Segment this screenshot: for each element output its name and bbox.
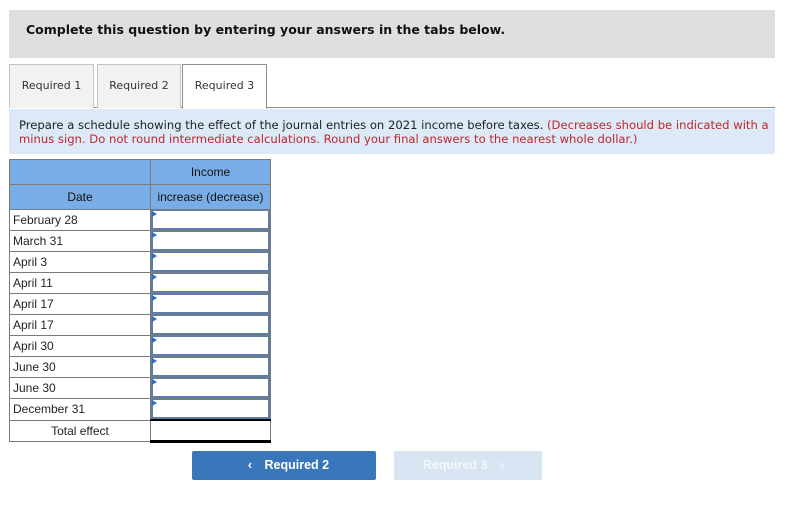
total-label: Total effect xyxy=(9,419,151,442)
input-marker-icon xyxy=(152,253,157,259)
income-effect-input[interactable] xyxy=(151,273,270,293)
date-cell: April 3 xyxy=(9,251,151,273)
header-blank xyxy=(9,159,151,185)
next-required-3-button[interactable]: Required 3 › xyxy=(394,451,542,480)
amount-cell xyxy=(150,209,271,231)
header-increase-decrease: increase (decrease) xyxy=(150,184,271,210)
amount-cell xyxy=(150,356,271,378)
amount-cell xyxy=(150,314,271,336)
income-effect-schedule: Income Date increase (decrease) February… xyxy=(9,159,271,443)
date-cell: June 30 xyxy=(9,356,151,378)
header-date: Date xyxy=(9,184,151,210)
income-effect-input[interactable] xyxy=(151,399,270,419)
date-cell: December 31 xyxy=(9,398,151,421)
table-row: April 30 xyxy=(9,335,271,357)
table-row: June 30 xyxy=(9,377,271,399)
prev-button-label: Required 2 xyxy=(264,458,330,472)
date-cell: March 31 xyxy=(9,230,151,252)
chevron-right-icon: › xyxy=(499,458,505,472)
table-row: April 17 xyxy=(9,314,271,336)
table-row: March 31 xyxy=(9,230,271,252)
table-row: April 11 xyxy=(9,272,271,294)
income-effect-input[interactable] xyxy=(151,252,270,272)
tab-required-3[interactable]: Required 3 xyxy=(182,64,267,109)
tab-required-2[interactable]: Required 2 xyxy=(97,64,181,108)
prev-required-2-button[interactable]: ‹ Required 2 xyxy=(192,451,376,480)
amount-cell xyxy=(150,272,271,294)
instructions-banner: Complete this question by entering your … xyxy=(9,10,775,58)
total-effect-input[interactable] xyxy=(151,421,270,440)
income-effect-input[interactable] xyxy=(151,231,270,251)
question-instructions: Prepare a schedule showing the effect of… xyxy=(9,109,775,154)
table-row: February 28 xyxy=(9,209,271,231)
income-effect-input[interactable] xyxy=(151,210,270,230)
input-marker-icon xyxy=(152,400,157,406)
input-marker-icon xyxy=(152,211,157,217)
amount-cell xyxy=(150,398,271,421)
date-cell: April 30 xyxy=(9,335,151,357)
input-marker-icon xyxy=(152,274,157,280)
input-marker-icon xyxy=(152,379,157,385)
header-income: Income xyxy=(150,159,271,185)
next-button-label: Required 3 xyxy=(422,458,488,472)
chevron-left-icon: ‹ xyxy=(247,458,253,472)
total-cell xyxy=(150,419,271,443)
input-marker-icon xyxy=(152,295,157,301)
date-cell: April 17 xyxy=(9,293,151,315)
amount-cell xyxy=(150,251,271,273)
amount-cell xyxy=(150,335,271,357)
table-row: April 3 xyxy=(9,251,271,273)
income-effect-input[interactable] xyxy=(151,378,270,398)
income-effect-input[interactable] xyxy=(151,357,270,377)
table-row: December 31 xyxy=(9,398,271,421)
table-row: June 30 xyxy=(9,356,271,378)
income-effect-input[interactable] xyxy=(151,336,270,356)
date-cell: April 17 xyxy=(9,314,151,336)
amount-cell xyxy=(150,293,271,315)
income-effect-input[interactable] xyxy=(151,315,270,335)
input-marker-icon xyxy=(152,358,157,364)
input-marker-icon xyxy=(152,337,157,343)
tab-bar: Required 1 Required 2 Required 3 xyxy=(9,64,775,109)
date-cell: February 28 xyxy=(9,209,151,231)
schedule-table: Income Date increase (decrease) February… xyxy=(9,159,271,443)
input-marker-icon xyxy=(152,316,157,322)
total-row: Total effect xyxy=(9,419,271,443)
income-effect-input[interactable] xyxy=(151,294,270,314)
amount-cell xyxy=(150,230,271,252)
table-row: April 17 xyxy=(9,293,271,315)
date-cell: June 30 xyxy=(9,377,151,399)
input-marker-icon xyxy=(152,232,157,238)
date-cell: April 11 xyxy=(9,272,151,294)
amount-cell xyxy=(150,377,271,399)
tab-required-1[interactable]: Required 1 xyxy=(9,64,94,108)
banner-text: Complete this question by entering your … xyxy=(26,22,506,37)
instructions-text: Prepare a schedule showing the effect of… xyxy=(19,118,544,132)
